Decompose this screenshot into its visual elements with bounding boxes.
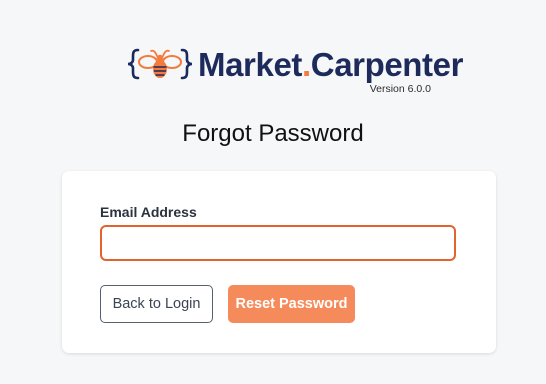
email-field[interactable] [100, 225, 456, 261]
version-label: Version 6.0.0 [369, 83, 431, 95]
back-to-login-button[interactable]: Back to Login [100, 285, 213, 323]
reset-password-button[interactable]: Reset Password [228, 285, 355, 323]
page-title: Forgot Password [182, 120, 364, 147]
brand-logo: Market.Carpenter Version 6.0.0 [127, 44, 463, 96]
brand-name-part1: Market [198, 46, 302, 83]
forgot-password-card: Email Address Back to Login Reset Passwo… [62, 171, 496, 353]
email-label: Email Address [100, 204, 197, 220]
brand-name-part2: Carpenter [310, 46, 464, 83]
bee-in-braces-icon [127, 48, 193, 80]
brand-name-dot: . [301, 46, 311, 83]
brand-wordmark: Market.Carpenter [198, 47, 463, 83]
